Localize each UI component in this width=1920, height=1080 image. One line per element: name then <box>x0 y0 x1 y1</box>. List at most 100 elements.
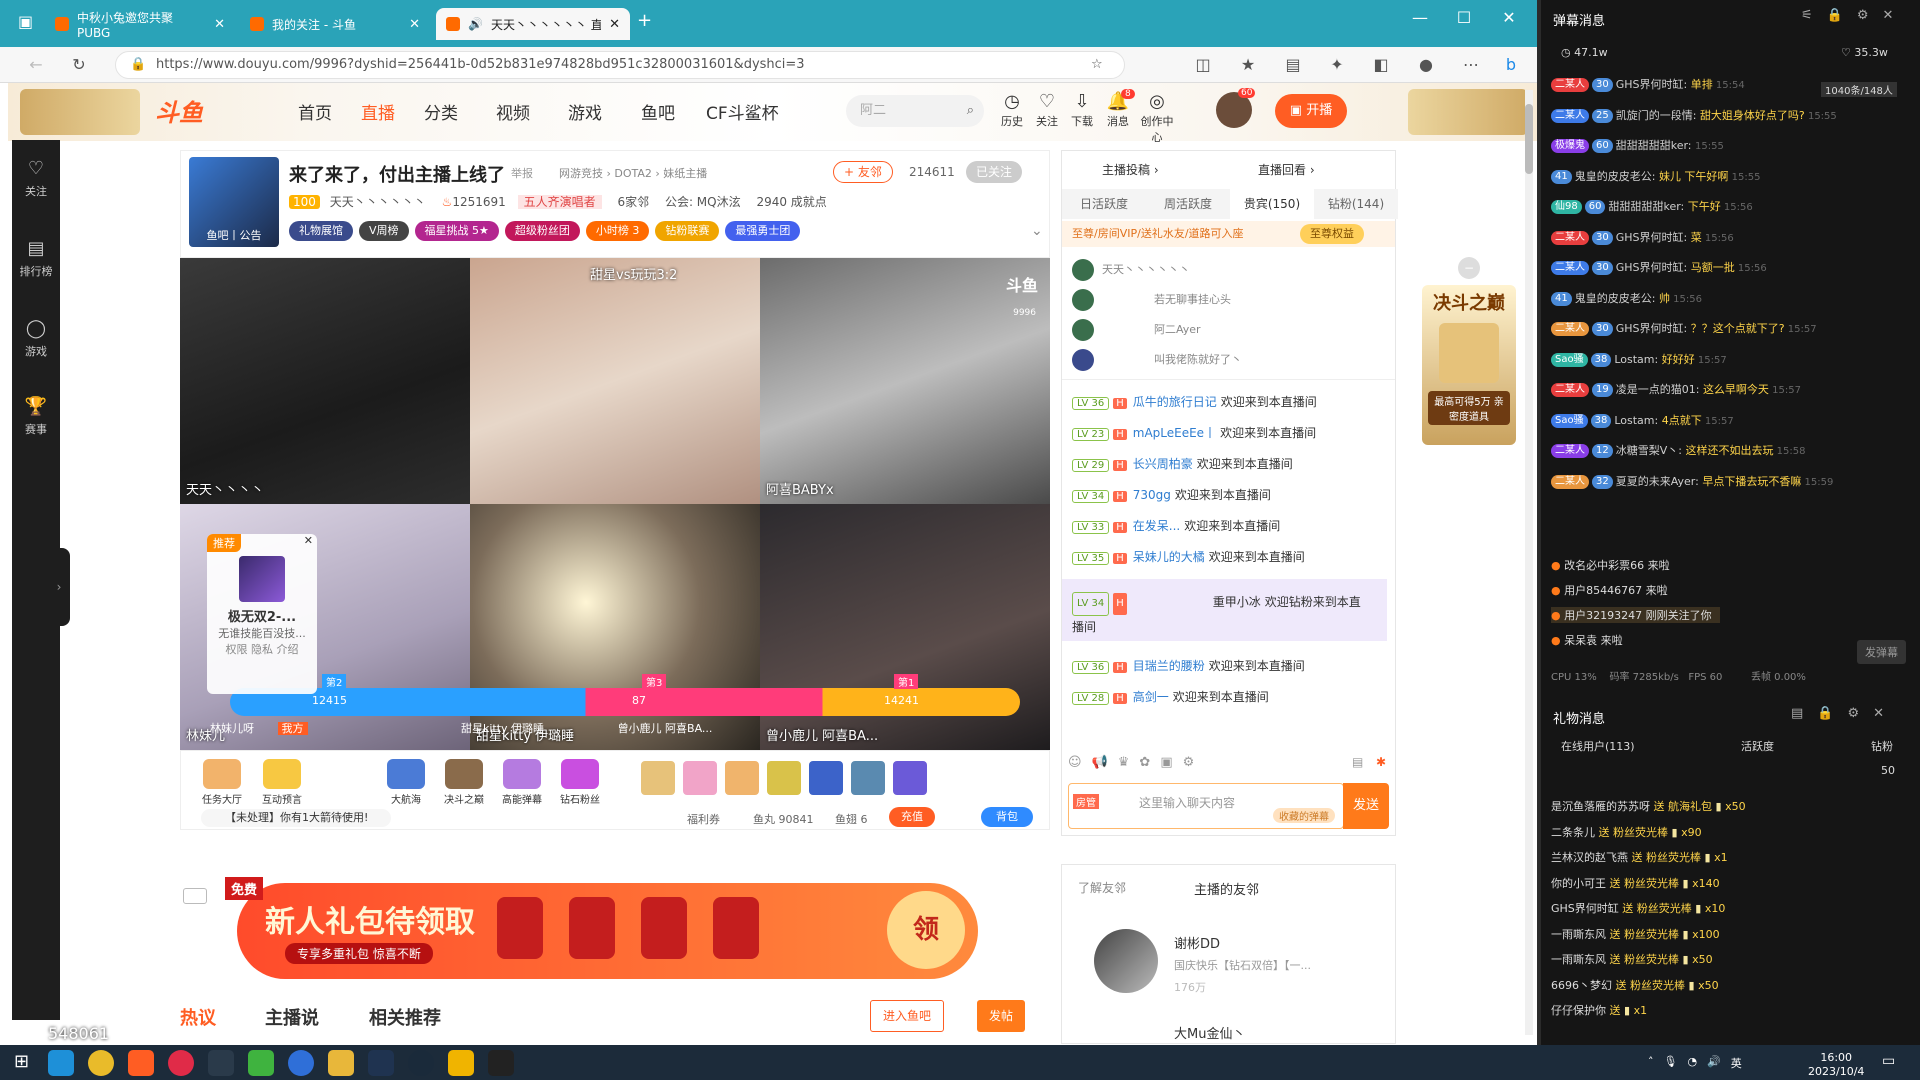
breadcrumb[interactable]: 网游竞技 › DOTA2 › 妹纸主播 <box>559 165 707 181</box>
steam-icon[interactable] <box>368 1050 394 1076</box>
sidebar-item-events[interactable]: 🏆 赛事 <box>12 396 60 437</box>
gift-username[interactable]: 仔仔保护你 <box>1551 1004 1610 1017</box>
danmu-username[interactable]: Lostam: <box>1614 353 1661 366</box>
gift-username[interactable]: 一雨嘶东风 <box>1551 928 1610 941</box>
close-icon[interactable]: ✕ <box>304 534 313 547</box>
gift-box-icon[interactable]: ✱ <box>1376 755 1386 769</box>
chat-username[interactable]: 高剑一 <box>1133 690 1169 704</box>
wechat-icon[interactable] <box>248 1050 274 1076</box>
badge-super-fans[interactable]: 超级粉丝团 <box>504 221 580 241</box>
voyage-button[interactable]: 大航海 <box>379 759 433 807</box>
followed-button[interactable]: 已关注 <box>966 161 1023 183</box>
friend-name[interactable]: 大Mu金仙丶 <box>1174 1023 1245 1042</box>
follow-button[interactable]: ♡ 关注 <box>1030 91 1064 129</box>
newbie-gift-banner[interactable]: 免费 新人礼包待领取 专享多重礼包 惊喜不断 领 <box>225 877 978 979</box>
post-button[interactable]: 发帖 <box>977 1000 1026 1032</box>
edge-icon[interactable] <box>48 1050 74 1076</box>
danmu-username[interactable]: GHS界何时缸: <box>1616 78 1691 91</box>
chat-username[interactable]: 目瑞兰的腰粉 <box>1133 659 1205 673</box>
profile-icon[interactable]: ● <box>1415 55 1437 74</box>
friend-avatar[interactable] <box>1094 929 1158 993</box>
gift-username[interactable]: GHS界何时缸 <box>1551 902 1622 915</box>
messages-button[interactable]: 🔔 消息 8 <box>1101 89 1135 129</box>
enter-yuba-button[interactable]: 进入鱼吧 <box>870 1000 945 1032</box>
diamond-fan-button[interactable]: 钻石粉丝 <box>553 759 607 807</box>
browser-tab[interactable]: 中秋小兔邀您共聚PUBG ✕ <box>45 8 235 40</box>
download-button[interactable]: ⇩ 下载 <box>1065 91 1099 129</box>
tab-weekly-activity[interactable]: 周活跃度 <box>1146 189 1230 219</box>
game-client-icon[interactable] <box>408 1050 434 1076</box>
tab-diamond[interactable]: 钻粉 <box>1871 738 1893 754</box>
user-avatar[interactable]: 60 <box>1216 88 1256 128</box>
notification-icon[interactable]: ▭ <box>1882 1053 1895 1069</box>
danmu-username[interactable]: GHS界何时缸: <box>1616 261 1691 274</box>
duel-button[interactable]: 决斗之巅 <box>437 759 491 807</box>
chat-username[interactable]: 在发呆... <box>1133 519 1180 533</box>
guild-name[interactable]: 公会: MQ沐泫 <box>665 195 741 209</box>
vip-item[interactable]: 叫我佬陈就好了丶 <box>1072 345 1242 375</box>
browser-essentials-icon[interactable]: ◧ <box>1370 55 1392 74</box>
douyu-logo[interactable]: 斗鱼 <box>155 93 203 128</box>
gift-item[interactable] <box>809 761 843 795</box>
doc-icon[interactable]: ▤ <box>1791 706 1803 721</box>
tab-daily-activity[interactable]: 日活跃度 <box>1062 189 1146 219</box>
anchor-submissions-link[interactable]: 主播投稿 › <box>1102 161 1159 178</box>
close-tab-icon[interactable]: ✕ <box>409 17 420 32</box>
new-tab-icon[interactable]: + <box>637 10 652 31</box>
close-tab-icon[interactable]: ✕ <box>609 17 620 32</box>
back-icon[interactable]: ← <box>25 55 47 74</box>
replay-link[interactable]: 直播回看 › <box>1258 161 1315 178</box>
nav-yuba[interactable]: 鱼吧 <box>641 99 675 124</box>
danmu-username[interactable]: GHS界何时缸: <box>1616 231 1691 244</box>
clock[interactable]: 16:00 2023/10/4 <box>1808 1051 1864 1079</box>
danmu-username[interactable]: 鬼皇的皮皮老公: <box>1575 292 1659 305</box>
badge-lucky-star[interactable]: 福星挑战 5★ <box>414 221 499 241</box>
sidebar-expand-arrow[interactable]: › <box>48 548 70 626</box>
chat-username[interactable]: 长兴周柏豪 <box>1133 457 1193 471</box>
danmu-username[interactable]: 凯旋门的一段情: <box>1616 109 1700 122</box>
saved-danmu-tag[interactable]: 收藏的弹幕 <box>1273 808 1335 823</box>
go-live-button[interactable]: ▣ 开播 <box>1275 94 1347 128</box>
danmu-username[interactable]: 甜甜甜甜甜ker: <box>1616 139 1695 152</box>
gift-username[interactable]: 二条条儿 <box>1551 826 1599 839</box>
send-button[interactable]: 发送 <box>1343 783 1389 829</box>
qq-icon[interactable] <box>448 1050 474 1076</box>
badge-v-week[interactable]: V周榜 <box>359 221 409 241</box>
search-icon[interactable]: ⌕ <box>967 95 974 127</box>
clean-icon[interactable]: ⚟ <box>1801 8 1813 23</box>
wifi-icon[interactable]: ◔ <box>1687 1055 1697 1071</box>
recommend-links[interactable]: 权限 隐私 介绍 <box>207 641 317 657</box>
anchor-friends-tab[interactable]: 主播的友邻 <box>1194 879 1259 898</box>
nav-home[interactable]: 首页 <box>298 99 332 124</box>
favorite-star-icon[interactable]: ☆ <box>1091 52 1103 78</box>
anchor-avatar[interactable]: 鱼吧丨公告 <box>189 157 279 247</box>
k-app-icon[interactable] <box>288 1050 314 1076</box>
douyu-app-icon[interactable] <box>128 1050 154 1076</box>
vip-item[interactable]: 阿二Ayer <box>1072 315 1242 345</box>
badge-diamond-league[interactable]: 钻粉联赛 <box>655 221 720 241</box>
chat-username[interactable]: 瓜牛的旅行日记 <box>1133 395 1217 409</box>
close-window-icon[interactable]: ✕ <box>1487 8 1531 27</box>
ime-indicator[interactable]: 英 <box>1731 1055 1742 1071</box>
nav-video[interactable]: 视频 <box>496 99 530 124</box>
chevron-up-icon[interactable]: ˄ <box>1648 1055 1654 1071</box>
collapse-icon[interactable]: − <box>1458 257 1480 279</box>
shield-icon[interactable]: ▤ <box>1352 755 1363 769</box>
nav-live[interactable]: 直播 <box>361 99 395 124</box>
media-app-icon[interactable] <box>208 1050 234 1076</box>
gift-username[interactable]: 6696丶梦幻 <box>1551 979 1616 992</box>
anchor-name[interactable]: 天天丶丶丶丶丶丶 <box>330 195 426 209</box>
danmu-username[interactable]: 冰糖雪梨V丶: <box>1616 444 1686 457</box>
history-button[interactable]: ◷ 历史 <box>995 91 1029 129</box>
chat-input[interactable]: 房管 这里输入聊天内容 收藏的弹幕 <box>1068 783 1344 829</box>
danmu-username[interactable]: 夏夏的未来Ayer: <box>1616 475 1703 488</box>
badge-warrior-team[interactable]: 最强勇士团 <box>725 221 801 241</box>
mic-icon[interactable]: 🎙 <box>1664 1055 1678 1071</box>
send-danmu-button[interactable]: 发弹幕 <box>1857 640 1906 664</box>
notice-text[interactable]: 【未处理】你有1大箭待使用! <box>201 809 391 827</box>
tab-anchor-says[interactable]: 主播说 <box>265 1004 319 1030</box>
close-tab-icon[interactable]: ✕ <box>214 17 225 32</box>
lock-icon[interactable]: 🔒 <box>1817 706 1833 721</box>
collections-icon[interactable]: ▤ <box>1282 55 1304 74</box>
badge-hour-rank[interactable]: 小时榜 3 <box>585 221 650 241</box>
